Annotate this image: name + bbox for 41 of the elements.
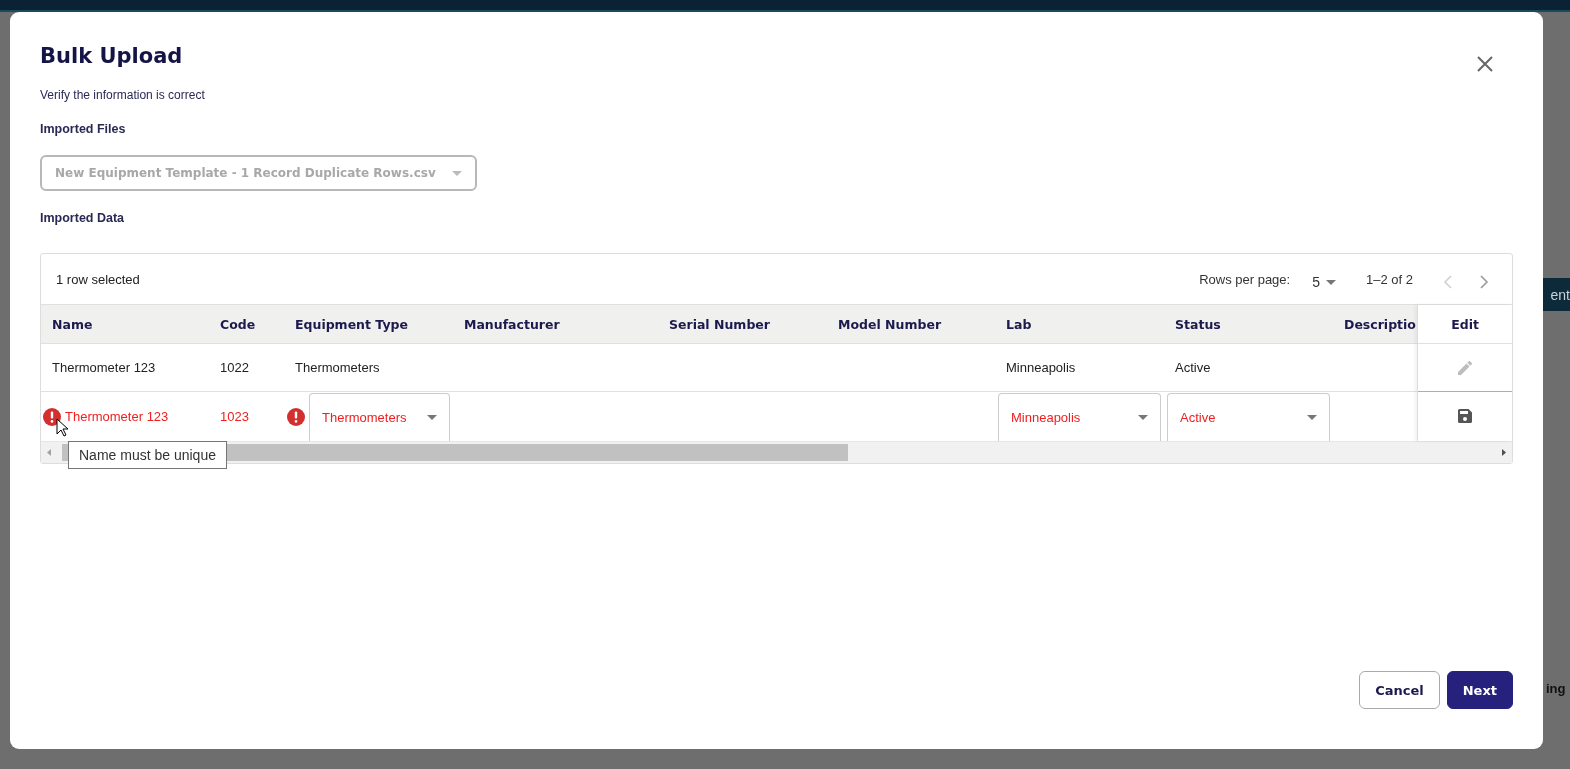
tooltip: Name must be unique bbox=[68, 441, 227, 469]
table-cell: Thermometer 123 bbox=[52, 360, 156, 375]
column-header: Lab bbox=[995, 305, 1164, 344]
caret-icon bbox=[1138, 415, 1148, 420]
dialog-subtitle: Verify the information is correct bbox=[40, 88, 206, 102]
selection-count: 1 row selected bbox=[56, 271, 140, 287]
section-label: Imported Data bbox=[40, 211, 126, 225]
background-text: ing bbox=[1546, 681, 1566, 696]
rows-per-page-label: Rows per page: bbox=[1199, 271, 1291, 287]
close-icon[interactable] bbox=[1477, 56, 1493, 72]
table-cell: 1022 bbox=[220, 360, 249, 375]
table-cell: Thermometers bbox=[295, 360, 380, 375]
column-header: Equipment Type bbox=[284, 305, 453, 344]
column-header: Descriptio bbox=[1333, 305, 1418, 344]
next-button[interactable]: Next bbox=[1446, 671, 1513, 709]
section-label: Imported Files bbox=[40, 122, 127, 136]
column-header: Manufacturer bbox=[453, 305, 658, 344]
caret-icon bbox=[1307, 415, 1317, 420]
column-header: Status bbox=[1164, 305, 1333, 344]
column-header: Model Number bbox=[827, 305, 995, 344]
dialog-title: Bulk Upload bbox=[40, 44, 183, 68]
error-icon bbox=[287, 407, 305, 426]
rows-per-page-select[interactable]: 5 bbox=[1312, 274, 1336, 290]
caret-icon bbox=[452, 170, 462, 176]
caret-icon bbox=[1326, 279, 1336, 285]
column-header: Code bbox=[209, 305, 284, 344]
column-header: Name bbox=[41, 305, 209, 344]
caret-icon bbox=[427, 415, 437, 420]
save-icon[interactable] bbox=[1458, 409, 1473, 423]
app-button[interactable]: ent bbox=[1543, 278, 1570, 311]
table-cell: 1023 bbox=[220, 409, 249, 424]
page-range: 1–2 of 2 bbox=[1366, 271, 1413, 287]
table-cell: Active bbox=[1175, 360, 1211, 375]
horizontal-scrollbar[interactable] bbox=[41, 441, 1512, 463]
column-header: Serial Number bbox=[658, 305, 827, 344]
table-cell: Minneapolis bbox=[1006, 360, 1076, 375]
pencil-icon[interactable] bbox=[1458, 360, 1473, 375]
table-cell: Thermometer 123 bbox=[65, 409, 169, 424]
cancel-button[interactable]: Cancel bbox=[1359, 671, 1440, 709]
next-page-icon[interactable] bbox=[1479, 275, 1489, 289]
column-header: Edit bbox=[1418, 305, 1512, 344]
